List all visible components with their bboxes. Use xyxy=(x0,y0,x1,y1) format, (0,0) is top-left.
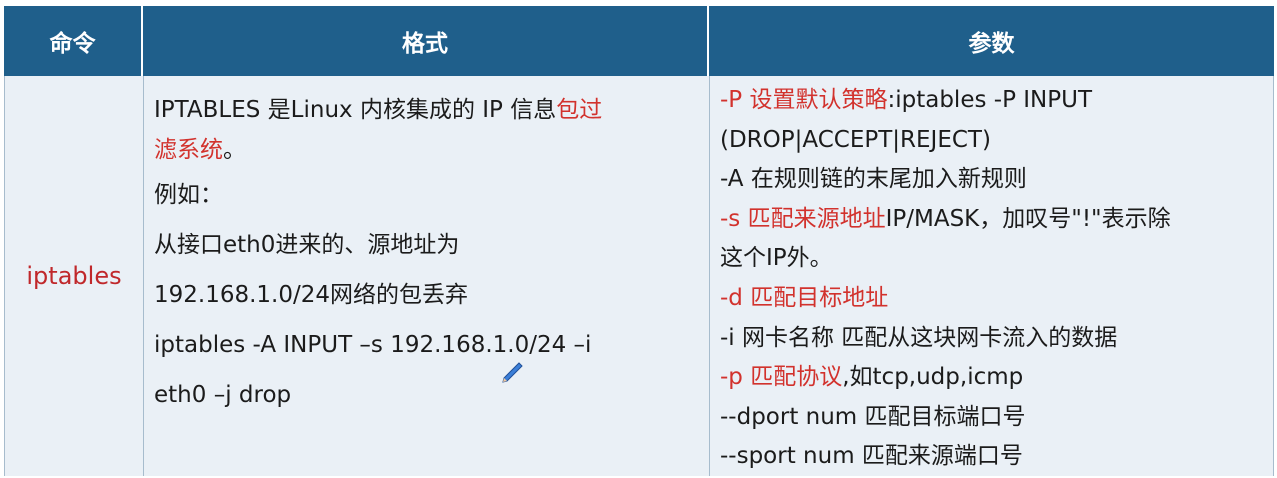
param-text: 这个IP外。 xyxy=(720,245,833,272)
header-format: 格式 xyxy=(143,6,709,76)
param-text: IP/MASK，加叹号"!"表示除 xyxy=(885,205,1171,232)
format-line: eth0 –j drop xyxy=(154,382,292,408)
param-line: 这个IP外。 xyxy=(720,239,1267,279)
format-highlight: 滤系统 xyxy=(154,137,223,163)
format-line: iptables -A INPUT –s 192.168.1.0/24 –i xyxy=(154,332,592,358)
command-cell: iptables xyxy=(5,76,144,476)
param-highlight: -s 匹配来源地址 xyxy=(720,205,886,232)
param-line: -d 匹配目标地址 xyxy=(720,279,1267,319)
param-text: ,如tcp,udp,icmp xyxy=(842,364,1024,391)
format-line: 从接口eth0进来的、源地址为 xyxy=(154,232,460,258)
param-line: (DROP|ACCEPT|REJECT) xyxy=(720,121,1267,161)
command-name: iptables xyxy=(26,262,122,290)
table-header: 命令 格式 参数 xyxy=(4,6,1274,76)
params-cell: -P 设置默认策略:iptables -P INPUT (DROP|ACCEPT|… xyxy=(710,76,1275,476)
table-row: iptables IPTABLES 是Linux 内核集成的 IP 信息包过 滤… xyxy=(4,76,1274,476)
format-text: 。 xyxy=(223,137,246,163)
param-line: --dport num 匹配目标端口号 xyxy=(720,398,1267,438)
param-text: --dport num 匹配目标端口号 xyxy=(720,403,1026,430)
param-highlight: -d 匹配目标地址 xyxy=(720,284,889,311)
format-text: IPTABLES 是Linux 内核集成的 IP 信息 xyxy=(154,97,557,123)
param-line: --sport num 匹配来源端口号 xyxy=(720,437,1267,477)
pencil-cursor-icon xyxy=(502,362,523,383)
param-line: -P 设置默认策略:iptables -P INPUT xyxy=(720,81,1267,121)
param-text: -A 在规则链的末尾加入新规则 xyxy=(720,166,1027,193)
header-params: 参数 xyxy=(968,31,1015,57)
param-text: (DROP|ACCEPT|REJECT) xyxy=(720,126,991,153)
iptables-table: 命令 格式 参数 iptables IPTABLES 是Linux 内核集成的 … xyxy=(4,6,1274,476)
format-line: 滤系统。 xyxy=(154,130,699,170)
param-line: -s 匹配来源地址IP/MASK，加叹号"!"表示除 xyxy=(720,200,1267,240)
param-text: -i 网卡名称 匹配从这块网卡流入的数据 xyxy=(720,324,1118,351)
param-text: :iptables -P INPUT xyxy=(887,87,1092,113)
format-highlight: 包过 xyxy=(556,97,603,123)
param-line: -A 在规则链的末尾加入新规则 xyxy=(720,160,1267,200)
format-cell: IPTABLES 是Linux 内核集成的 IP 信息包过 滤系统。 例如： 从… xyxy=(144,76,710,476)
param-highlight: -p 匹配协议 xyxy=(720,364,843,391)
param-line: -p 匹配协议,如tcp,udp,icmp xyxy=(720,358,1267,398)
header-command: 命令 xyxy=(4,6,143,76)
param-highlight: -P 设置默认策略 xyxy=(720,87,888,113)
format-line: IPTABLES 是Linux 内核集成的 IP 信息包过 xyxy=(154,90,699,130)
format-line: 例如： xyxy=(154,182,223,208)
param-text: --sport num 匹配来源端口号 xyxy=(720,443,1023,470)
param-line: -i 网卡名称 匹配从这块网卡流入的数据 xyxy=(720,319,1267,359)
format-line: 192.168.1.0/24网络的包丢弃 xyxy=(154,282,469,308)
